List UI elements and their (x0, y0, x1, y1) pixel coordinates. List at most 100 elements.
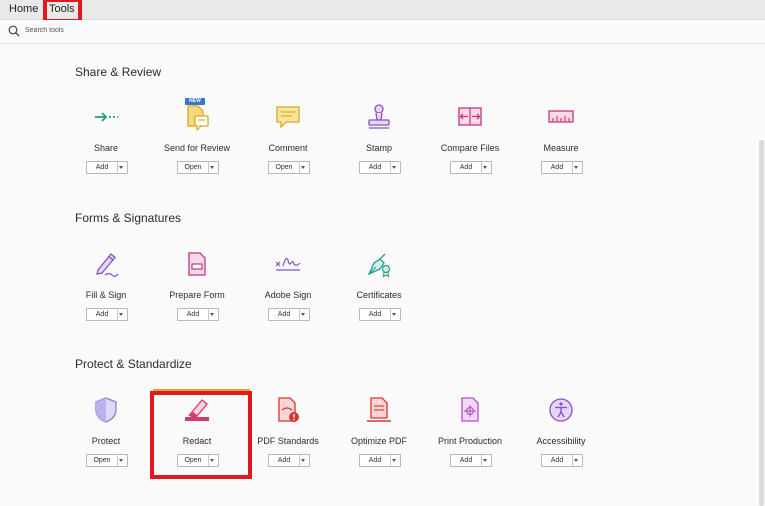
tool-label: Redact (182, 436, 212, 446)
tool-label: Fill & Sign (85, 290, 127, 300)
chevron-down-icon[interactable] (392, 313, 396, 316)
chevron-down-icon[interactable] (301, 459, 305, 462)
section-title-share-review: Share & Review (75, 65, 162, 79)
certificate-pen-icon (367, 253, 391, 278)
send-for-review-icon (187, 105, 209, 131)
tool-label: Accessibility (536, 436, 586, 446)
tool-label: Certificates (356, 290, 402, 300)
tool-label: Share (93, 143, 119, 153)
add-button[interactable]: Add (359, 161, 401, 174)
tool-pdf-standards[interactable]: PDF Standards Add (238, 396, 338, 484)
chevron-down-icon[interactable] (301, 313, 305, 316)
button-divider (117, 455, 118, 466)
tool-adobe-sign[interactable]: Adobe Sign Add (238, 250, 338, 338)
tool-label: Protect (91, 436, 121, 446)
chevron-down-icon[interactable] (574, 166, 578, 169)
button-divider (572, 162, 573, 173)
tool-label: Optimize PDF (350, 436, 407, 446)
button-label: Add (186, 311, 200, 318)
tool-redact[interactable]: Redact Open (147, 396, 247, 484)
open-button[interactable]: Open (177, 454, 219, 467)
button-divider (299, 309, 300, 320)
tool-prepare-form[interactable]: Prepare Form Add (147, 250, 247, 338)
button-label: Open (93, 457, 111, 464)
button-label: Add (459, 164, 473, 171)
tool-comment[interactable]: Comment Open (238, 103, 338, 191)
button-divider (299, 162, 300, 173)
add-button[interactable]: Add (450, 161, 492, 174)
chevron-down-icon[interactable] (119, 313, 123, 316)
add-button[interactable]: Add (450, 454, 492, 467)
button-label: Add (95, 311, 109, 318)
tab-tools[interactable]: Tools (49, 0, 75, 19)
tool-label: Prepare Form (169, 290, 225, 300)
tool-optimize-pdf[interactable]: Optimize PDF Add (329, 396, 429, 484)
button-divider (481, 162, 482, 173)
tool-measure[interactable]: Measure Add (511, 103, 611, 191)
button-divider (117, 162, 118, 173)
tool-fill-sign[interactable]: Fill & Sign Add (56, 250, 156, 338)
accessibility-icon (549, 398, 573, 422)
search-icon[interactable] (8, 25, 20, 37)
add-button[interactable]: Add (268, 308, 310, 321)
add-button[interactable]: Add (359, 308, 401, 321)
button-label: Add (277, 311, 291, 318)
optimize-pdf-icon (367, 397, 391, 422)
fill-sign-icon (96, 253, 119, 277)
chevron-down-icon[interactable] (392, 459, 396, 462)
add-button[interactable]: Add (541, 454, 583, 467)
tool-compare-files[interactable]: Compare Files Add (420, 103, 520, 191)
button-divider (481, 455, 482, 466)
tool-protect[interactable]: Protect Open (56, 396, 156, 484)
chevron-down-icon[interactable] (210, 313, 214, 316)
button-divider (572, 455, 573, 466)
chevron-down-icon[interactable] (210, 166, 214, 169)
tool-accessibility[interactable]: Accessibility Add (511, 396, 611, 484)
chevron-down-icon[interactable] (301, 166, 305, 169)
add-button[interactable]: Add (177, 308, 219, 321)
chevron-down-icon[interactable] (119, 459, 123, 462)
tab-home[interactable]: Home (9, 0, 38, 19)
tool-label: Print Production (437, 436, 503, 446)
redact-marker-icon (185, 399, 209, 421)
tool-share[interactable]: Share Add (56, 103, 156, 191)
button-divider (299, 455, 300, 466)
scrollbar[interactable] (759, 140, 764, 506)
tool-certificates[interactable]: Certificates Add (329, 250, 429, 338)
button-divider (117, 309, 118, 320)
button-divider (390, 309, 391, 320)
button-label: Add (368, 457, 382, 464)
add-button[interactable]: Add (359, 454, 401, 467)
prepare-form-icon (188, 252, 206, 276)
button-divider (208, 455, 209, 466)
chevron-down-icon[interactable] (392, 166, 396, 169)
add-button[interactable]: Add (268, 454, 310, 467)
add-button[interactable]: Add (86, 308, 128, 321)
chevron-down-icon[interactable] (483, 166, 487, 169)
open-button[interactable]: Open (268, 161, 310, 174)
add-button[interactable]: Add (86, 161, 128, 174)
tool-label: Comment (268, 143, 308, 153)
search-input[interactable] (25, 23, 225, 37)
tool-print-production[interactable]: Print Production Add (420, 396, 520, 484)
button-label: Add (368, 164, 382, 171)
tool-stamp[interactable]: Stamp Add (329, 103, 429, 191)
button-label: Add (95, 164, 109, 171)
section-title-forms-signatures: Forms & Signatures (75, 211, 182, 225)
ruler-icon (548, 110, 574, 123)
chevron-down-icon[interactable] (574, 459, 578, 462)
share-arrow-icon (95, 112, 118, 122)
tool-label: Send for Review (163, 143, 231, 153)
button-divider (208, 162, 209, 173)
chevron-down-icon[interactable] (483, 459, 487, 462)
button-label: Add (277, 457, 291, 464)
open-button[interactable]: Open (177, 161, 219, 174)
add-button[interactable]: Add (541, 161, 583, 174)
tool-send-for-review[interactable]: NEW Send for Review Open (147, 98, 247, 191)
open-button[interactable]: Open (86, 454, 128, 467)
tool-label: Adobe Sign (264, 290, 312, 300)
compare-files-icon (458, 107, 482, 126)
button-label: Add (550, 164, 564, 171)
chevron-down-icon[interactable] (210, 459, 214, 462)
chevron-down-icon[interactable] (119, 166, 123, 169)
